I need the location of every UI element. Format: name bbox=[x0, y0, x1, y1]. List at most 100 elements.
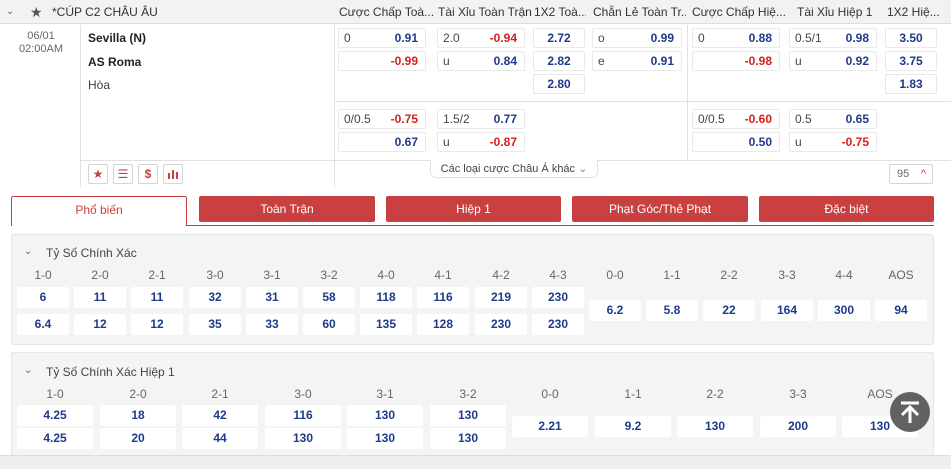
tab-corners-cards[interactable]: Phạt Góc/Thẻ Phạt bbox=[572, 196, 748, 222]
score-odds-button[interactable]: 33 bbox=[246, 314, 298, 335]
score-header: 2-1 bbox=[211, 387, 229, 401]
score-odds-button[interactable]: 4.25 bbox=[17, 428, 93, 449]
score-odds-button[interactable]: 135 bbox=[360, 314, 412, 335]
odds-button[interactable]: 2.0 -0.94 bbox=[437, 28, 525, 48]
score-odds-button[interactable]: 130 bbox=[347, 405, 423, 426]
score-header: 2-2 bbox=[706, 387, 724, 401]
scoreboard-icon[interactable]: ☰ bbox=[113, 164, 133, 184]
score-odds-button[interactable]: 219 bbox=[475, 287, 527, 308]
tab-popular[interactable]: Phổ biến bbox=[11, 196, 187, 226]
score-odds-button[interactable]: 31 bbox=[246, 287, 298, 308]
away-team: AS Roma bbox=[88, 55, 142, 69]
score-header: 3-2 bbox=[459, 387, 477, 401]
score-odds-button[interactable]: 20 bbox=[100, 428, 176, 449]
score-odds-button[interactable]: 130 bbox=[677, 416, 753, 437]
scroll-top-button[interactable] bbox=[890, 392, 930, 432]
odds-button[interactable]: 3.75 bbox=[885, 51, 937, 71]
score-odds-button[interactable]: 230 bbox=[532, 314, 584, 335]
score-odds-button[interactable]: 5.8 bbox=[646, 300, 698, 321]
home-team: Sevilla (N) bbox=[88, 31, 147, 45]
odds-button[interactable]: 3.50 bbox=[885, 28, 937, 48]
score-odds-button[interactable]: 12 bbox=[74, 314, 126, 335]
score-odds-button[interactable]: 118 bbox=[360, 287, 412, 308]
score-odds-button[interactable]: 128 bbox=[417, 314, 469, 335]
score-odds-button[interactable]: 116 bbox=[265, 405, 341, 426]
score-odds-button[interactable]: 300 bbox=[818, 300, 870, 321]
odds-button[interactable]: 2.72 bbox=[533, 28, 585, 48]
odds-button[interactable]: 1.83 bbox=[885, 74, 937, 94]
score-odds-button[interactable]: 6.2 bbox=[589, 300, 641, 321]
favorite-star-icon[interactable]: ★ bbox=[88, 164, 108, 184]
score-odds-button[interactable]: 32 bbox=[189, 287, 241, 308]
odds-button[interactable]: e 0.91 bbox=[592, 51, 682, 71]
score-odds-button[interactable]: 11 bbox=[74, 287, 126, 308]
tab-special[interactable]: Đặc biệt bbox=[759, 196, 934, 222]
score-odds-button[interactable]: 58 bbox=[303, 287, 355, 308]
odds-button[interactable]: 0.50 bbox=[692, 132, 780, 152]
score-header: 3-1 bbox=[376, 387, 394, 401]
more-markets-button[interactable]: 95 ^ bbox=[889, 164, 933, 184]
star-icon[interactable]: ★ bbox=[30, 0, 43, 24]
draw-label: Hòa bbox=[88, 78, 111, 92]
stats-chart-icon[interactable] bbox=[163, 164, 183, 184]
header-odd-even: Chẵn Lẻ Toàn Tr... bbox=[593, 5, 686, 19]
score-odds-button[interactable]: 164 bbox=[761, 300, 813, 321]
score-odds-button[interactable]: 94 bbox=[875, 300, 927, 321]
tab-full-match[interactable]: Toàn Trận bbox=[199, 196, 375, 222]
score-odds-button[interactable]: 44 bbox=[182, 428, 258, 449]
odds-button[interactable]: 0.5 0.65 bbox=[789, 109, 877, 129]
score-odds-button[interactable]: 130 bbox=[430, 405, 506, 426]
collapse-icon[interactable]: ⌄ bbox=[6, 0, 14, 24]
odds-button[interactable]: 0 0.91 bbox=[338, 28, 426, 48]
score-header: 1-0 bbox=[46, 387, 64, 401]
score-odds-button[interactable]: 4.25 bbox=[17, 405, 93, 426]
score-header: 1-1 bbox=[624, 387, 642, 401]
more-bets-label: Các loại cược Châu Á khác bbox=[440, 163, 576, 175]
odds-button[interactable]: 0/0.5 -0.75 bbox=[338, 109, 426, 129]
more-asian-bets-toggle[interactable]: Các loại cược Châu Á khác ⌄ bbox=[430, 160, 598, 178]
score-odds-button[interactable]: 11 bbox=[131, 287, 183, 308]
score-header: 2-0 bbox=[91, 268, 109, 282]
score-header: 3-2 bbox=[320, 268, 338, 282]
odds-button[interactable]: -0.98 bbox=[692, 51, 780, 71]
tab-first-half[interactable]: Hiệp 1 bbox=[386, 196, 561, 222]
panel-title: Tỷ Số Chính Xác Hiệp 1 bbox=[46, 365, 175, 379]
score-odds-button[interactable]: 130 bbox=[265, 428, 341, 449]
score-odds-button[interactable]: 12 bbox=[131, 314, 183, 335]
odds-button[interactable]: -0.99 bbox=[338, 51, 426, 71]
score-odds-button[interactable]: 130 bbox=[347, 428, 423, 449]
score-odds-button[interactable]: 60 bbox=[303, 314, 355, 335]
score-header: 4-2 bbox=[492, 268, 510, 282]
score-odds-button[interactable]: 35 bbox=[189, 314, 241, 335]
score-odds-button[interactable]: 200 bbox=[760, 416, 836, 437]
score-odds-button[interactable]: 130 bbox=[430, 428, 506, 449]
header-over-under: Tài Xỉu Toàn Trận bbox=[438, 5, 532, 19]
collapse-icon[interactable]: ⌄ bbox=[24, 365, 32, 376]
odds-button[interactable]: u 0.92 bbox=[789, 51, 877, 71]
horizontal-scrollbar[interactable] bbox=[0, 455, 951, 469]
score-odds-button[interactable]: 22 bbox=[703, 300, 755, 321]
score-odds-button[interactable]: 116 bbox=[417, 287, 469, 308]
score-odds-button[interactable]: 230 bbox=[532, 287, 584, 308]
score-odds-button[interactable]: 6 bbox=[17, 287, 69, 308]
collapse-icon[interactable]: ⌄ bbox=[24, 246, 32, 257]
odds-button[interactable]: 0.5/1 0.98 bbox=[789, 28, 877, 48]
odds-button[interactable]: 2.80 bbox=[533, 74, 585, 94]
odds-button[interactable]: u 0.84 bbox=[437, 51, 525, 71]
score-header: 1-0 bbox=[34, 268, 52, 282]
score-odds-button[interactable]: 42 bbox=[182, 405, 258, 426]
odds-button[interactable]: o 0.99 bbox=[592, 28, 682, 48]
odds-button[interactable]: 2.82 bbox=[533, 51, 585, 71]
odds-button[interactable]: u -0.75 bbox=[789, 132, 877, 152]
score-odds-button[interactable]: 2.21 bbox=[512, 416, 588, 437]
odds-button[interactable]: u -0.87 bbox=[437, 132, 525, 152]
score-odds-button[interactable]: 230 bbox=[475, 314, 527, 335]
odds-button[interactable]: 0.67 bbox=[338, 132, 426, 152]
score-odds-button[interactable]: 18 bbox=[100, 405, 176, 426]
odds-button[interactable]: 1.5/2 0.77 bbox=[437, 109, 525, 129]
odds-button[interactable]: 0/0.5 -0.60 bbox=[692, 109, 780, 129]
score-odds-button[interactable]: 9.2 bbox=[595, 416, 671, 437]
odds-button[interactable]: 0 0.88 bbox=[692, 28, 780, 48]
dollar-icon[interactable]: $ bbox=[138, 164, 158, 184]
score-odds-button[interactable]: 6.4 bbox=[17, 314, 69, 335]
